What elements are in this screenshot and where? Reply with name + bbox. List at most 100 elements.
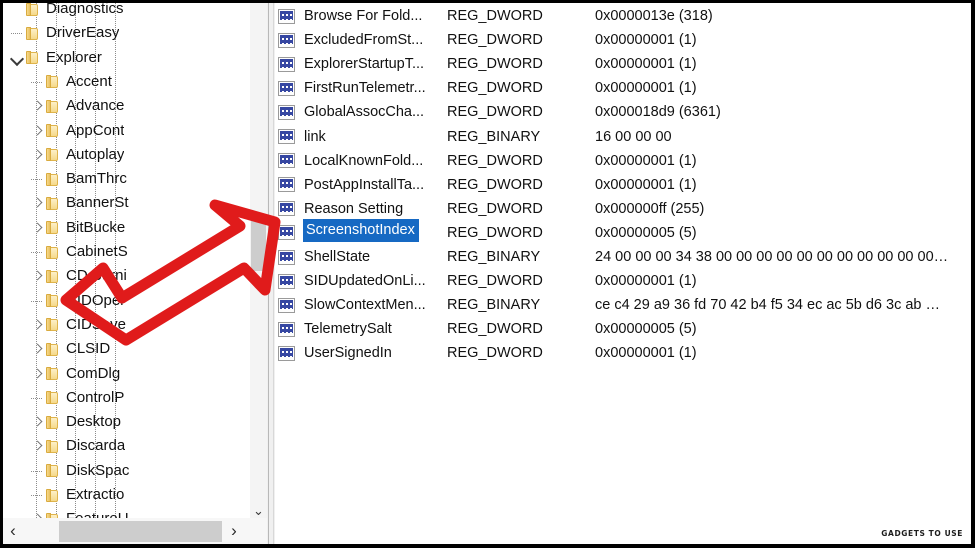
chevron-right-icon[interactable]: [29, 94, 46, 118]
value-name: ShellState: [304, 249, 371, 265]
tree-item-cabinets[interactable]: CabinetS: [3, 240, 267, 264]
tree-vertical-scrollbar[interactable]: ⌄: [250, 3, 267, 521]
tree-item-appcont[interactable]: AppCont: [3, 119, 267, 143]
tree-item-advance[interactable]: Advance: [3, 94, 267, 118]
scroll-left-icon[interactable]: ‹: [3, 518, 23, 544]
value-data: ce c4 29 a9 36 fd 70 42 b4 f5 34 ec ac 5…: [595, 297, 941, 314]
chevron-down-icon[interactable]: [9, 46, 26, 70]
tree-item-label: CIDOper: [66, 291, 126, 309]
tree-item-label: Discarda: [66, 437, 126, 455]
value-row[interactable]: LocalKnownFold... REG_DWORD 0x00000001 (1): [275, 149, 971, 173]
chevron-right-icon[interactable]: [29, 337, 46, 361]
registry-binary-value-icon: [278, 153, 295, 169]
tree-item-label: Diagnostics: [46, 3, 124, 17]
registry-binary-value-icon: [278, 129, 295, 144]
registry-values-list[interactable]: Browse For Fold... REG_DWORD 0x0000013e (3…: [275, 3, 971, 544]
value-type: REG_DWORD: [447, 321, 543, 338]
tree-vertical-scroll-thumb[interactable]: [251, 215, 266, 271]
tree-item-drivereasy[interactable]: DriverEasy: [3, 21, 267, 45]
tree-item-controlp[interactable]: ControlP: [3, 386, 267, 410]
tree-item-cd-burni[interactable]: CD Burni: [3, 264, 267, 288]
tree-item-bannerst[interactable]: BannerSt: [3, 191, 267, 215]
value-name-cell: LocalKnownFold...: [303, 149, 447, 173]
value-name-cell: Browse For Fold...: [303, 4, 447, 28]
folder-icon: [46, 269, 59, 284]
value-row[interactable]: FirstRunTelemetr... REG_DWORD 0x00000001 (…: [275, 76, 971, 100]
folder-icon: [46, 74, 59, 89]
tree-item-explorer[interactable]: Explorer: [3, 46, 267, 70]
value-type: REG_DWORD: [447, 56, 543, 73]
tree-item-autoplay[interactable]: Autoplay: [3, 143, 267, 167]
value-type: REG_BINARY: [447, 128, 541, 145]
tree-item-cidsave[interactable]: CIDSave: [3, 313, 267, 337]
registry-key-tree[interactable]: Diagnostics DriverEasy Explorer Accent Advan…: [3, 3, 267, 521]
value-row[interactable]: UserSignedIn REG_DWORD 0x00000001 (1): [275, 341, 971, 365]
tree-item-label: Advance: [66, 97, 125, 115]
scroll-right-icon[interactable]: ›: [223, 518, 245, 544]
chevron-right-icon[interactable]: [29, 434, 46, 458]
chevron-right-icon[interactable]: [29, 119, 46, 143]
tree-connector-line: [29, 167, 46, 191]
tree-connector-line: [29, 459, 46, 483]
value-name: SlowContextMen...: [304, 297, 426, 314]
chevron-right-icon[interactable]: [29, 313, 46, 337]
registry-binary-value-icon: [278, 321, 295, 337]
chevron-right-icon[interactable]: [29, 191, 46, 215]
tree-horizontal-scrollbar[interactable]: ‹ ›: [3, 518, 267, 544]
chevron-right-icon[interactable]: [29, 410, 46, 434]
folder-icon: [46, 415, 59, 430]
value-row[interactable]: GlobalAssocCha... REG_DWORD 0x000018d9 (63…: [275, 100, 971, 124]
value-row[interactable]: Browse For Fold... REG_DWORD 0x0000013e (3…: [275, 4, 971, 28]
tree-item-comdlg[interactable]: ComDlg: [3, 362, 267, 386]
chevron-right-icon[interactable]: [29, 362, 46, 386]
value-type: REG_BINARY: [447, 297, 541, 314]
registry-binary-value-icon: [278, 249, 295, 265]
value-row[interactable]: SlowContextMen... REG_BINARY ce c4 29 a9 3…: [275, 293, 971, 317]
value-type: REG_DWORD: [447, 8, 543, 24]
tree-item-extractio[interactable]: Extractio: [3, 483, 267, 507]
value-name: ExcludedFromSt...: [304, 32, 424, 49]
value-row[interactable]: TelemetrySalt REG_DWORD 0x00000005 (5): [275, 317, 971, 341]
tree-item-accent[interactable]: Accent: [3, 70, 267, 94]
value-name-cell: TelemetrySalt: [303, 317, 447, 341]
value-row[interactable]: link REG_BINARY 16 00 00 00: [275, 125, 971, 149]
registry-editor-window: Diagnostics DriverEasy Explorer Accent Advan…: [0, 0, 975, 548]
tree-item-label: Autoplay: [66, 145, 125, 163]
registry-binary-value-icon: [278, 345, 295, 361]
tree-item-diagnostics[interactable]: Diagnostics: [3, 3, 267, 21]
value-data: 0x00000001 (1): [595, 56, 697, 73]
tree-item-clsid[interactable]: CLSID: [3, 337, 267, 361]
value-name: Reason Setting: [304, 200, 404, 217]
value-name: PostAppInstallTa...: [304, 176, 425, 193]
chevron-right-icon[interactable]: [29, 143, 46, 167]
value-row[interactable]: ShellState REG_BINARY 24 00 00 00 34 38 00…: [275, 245, 971, 269]
tree-item-discarda[interactable]: Discarda: [3, 434, 267, 458]
value-row[interactable]: PostAppInstallTa... REG_DWORD 0x00000001 (…: [275, 173, 971, 197]
registry-binary-value-icon: [278, 104, 295, 120]
chevron-right-icon[interactable]: [29, 216, 46, 240]
value-name: UserSignedIn: [304, 345, 392, 362]
registry-binary-value-icon: [278, 273, 295, 289]
value-row[interactable]: ExcludedFromSt... REG_DWORD 0x00000001 (1): [275, 28, 971, 52]
value-name-cell: GlobalAssocCha...: [303, 100, 447, 124]
value-row[interactable]: SIDUpdatedOnLi... REG_DWORD 0x00000001 (1): [275, 269, 971, 293]
value-name: ExplorerStartupT...: [304, 56, 425, 73]
tree-item-bamthrc[interactable]: BamThrc: [3, 167, 267, 191]
tree-item-desktop[interactable]: Desktop: [3, 410, 267, 434]
tree-item-diskspac[interactable]: DiskSpac: [3, 459, 267, 483]
value-row[interactable]: ExplorerStartupT... REG_DWORD 0x00000001 (…: [275, 52, 971, 76]
tree-horizontal-scroll-thumb[interactable]: [59, 521, 222, 542]
value-row[interactable]: ScreenshotIndex REG_DWORD 0x00000005 (5): [275, 218, 971, 245]
tree-item-cidoper[interactable]: CIDOper: [3, 289, 267, 313]
pane-splitter[interactable]: [267, 3, 275, 548]
value-row[interactable]: Reason Setting REG_DWORD 0x000000ff (255): [275, 197, 971, 221]
chevron-right-icon[interactable]: [29, 264, 46, 288]
tree-item-bitbucke[interactable]: BitBucke: [3, 216, 267, 240]
